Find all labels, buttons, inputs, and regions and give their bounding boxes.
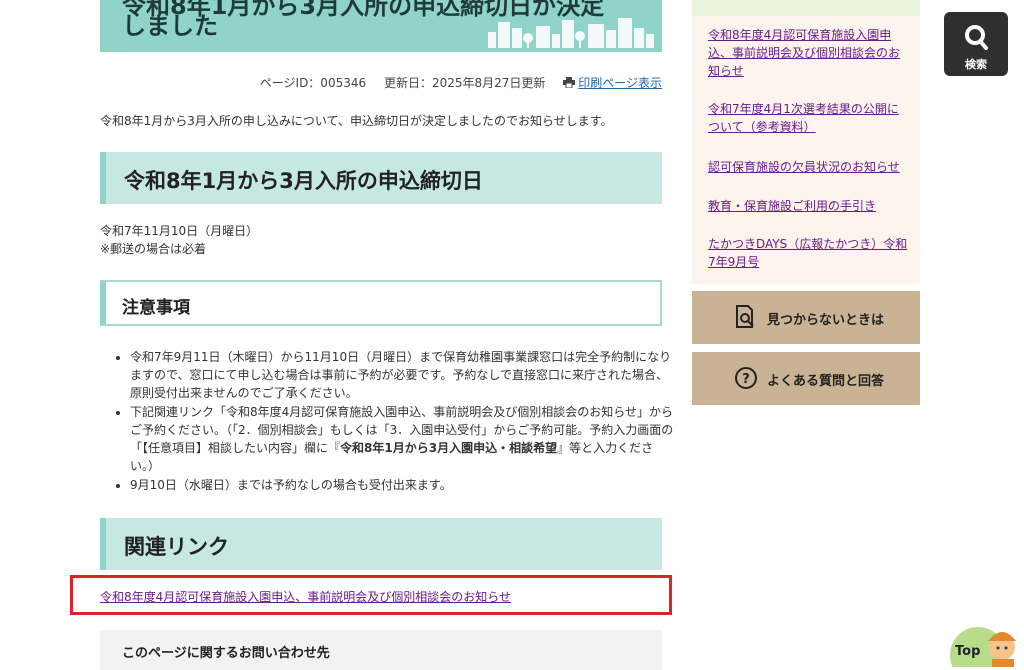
related-heading: 関連リンク bbox=[100, 518, 662, 570]
svg-text:?: ? bbox=[742, 372, 750, 387]
contact-heading: このページに関するお問い合わせ先 bbox=[122, 646, 330, 661]
related-link[interactable]: 令和8年度4月認可保育施設入園申込、事前説明会及び個別相談会のお知らせ bbox=[100, 588, 511, 605]
related-heading-text: 関連リンク bbox=[124, 535, 229, 559]
page-meta: ページID：005346 更新日：2025年8月27日更新 印刷ページ表示 bbox=[100, 74, 662, 91]
updated-date: 更新日：2025年8月27日更新 bbox=[383, 76, 546, 90]
search-button[interactable]: 検索 bbox=[944, 12, 1008, 76]
back-to-top-button[interactable]: Top bbox=[948, 625, 1024, 667]
related-link-highlight: 令和8年度4月認可保育施設入園申込、事前説明会及び個別相談会のお知らせ bbox=[70, 575, 672, 615]
list-item: 9月10日（水曜日）までは予約なしの場合も受付出来ます。 bbox=[130, 476, 675, 494]
sidebar-link[interactable]: たかつきDAYS（広報たかつき）令和7年9月号 bbox=[708, 235, 908, 271]
question-bubble-icon: ? bbox=[735, 367, 757, 389]
notes-heading: 注意事項 bbox=[100, 280, 662, 326]
print-page-link[interactable]: 印刷ページ表示 bbox=[578, 76, 662, 90]
notes-heading-text: 注意事項 bbox=[122, 298, 190, 318]
notes-list: 令和7年9月11日（木曜日）から11月10日（月曜日）まで保育幼稚園事業課窓口は… bbox=[112, 348, 675, 495]
page-title-banner: 令和8年1月から3月入所の申込締切日が決定 しました bbox=[100, 0, 662, 52]
top-label: Top bbox=[955, 644, 981, 659]
list-item: 下記関連リンク「令和8年度4月認可保育施設入園申込、事前説明会及び個別相談会のお… bbox=[130, 403, 675, 475]
sidebar-link[interactable]: 令和8年度4月認可保育施設入園申込、事前説明会及び個別相談会のお知らせ bbox=[708, 26, 908, 80]
search-label: 検索 bbox=[965, 58, 987, 71]
faq-label: よくある質問と回答 bbox=[767, 374, 885, 389]
not-found-label: 見つからないときは bbox=[767, 313, 885, 328]
cityscape-icon bbox=[488, 18, 654, 48]
search-icon bbox=[965, 25, 988, 50]
faq-button[interactable]: ? よくある質問と回答 bbox=[692, 352, 920, 405]
print-link[interactable]: 印刷ページ表示 bbox=[563, 76, 662, 90]
contact-box: このページに関するお問い合わせ先 bbox=[100, 630, 662, 670]
deadline-note: ※郵送の場合は必着 bbox=[100, 242, 207, 256]
page-id: ページID：005346 bbox=[259, 76, 367, 90]
intro-text: 令和8年1月から3月入所の申し込みについて、申込締切日が決定しましたのでお知らせ… bbox=[100, 114, 613, 128]
not-found-button[interactable]: 見つからないときは bbox=[692, 291, 920, 344]
note-bold-text: 令和8年1月から3月入園申込・相談希望 bbox=[340, 441, 558, 455]
sidebar-link[interactable]: 令和7年度4月1次選考結果の公開について（参考資料） bbox=[708, 100, 908, 136]
deadline-heading-text: 令和8年1月から3月入所の申込締切日 bbox=[124, 169, 483, 193]
search-document-icon bbox=[736, 305, 754, 328]
sidebar-header bbox=[692, 0, 920, 16]
sidebar-related-list: 令和8年度4月認可保育施設入園申込、事前説明会及び個別相談会のお知らせ 令和7年… bbox=[692, 16, 920, 284]
deadline-heading: 令和8年1月から3月入所の申込締切日 bbox=[100, 152, 662, 204]
printer-icon bbox=[563, 77, 576, 89]
sidebar-link[interactable]: 認可保育施設の欠員状況のお知らせ bbox=[708, 158, 908, 176]
page-title-line2: しました bbox=[122, 12, 218, 40]
list-item: 令和7年9月11日（木曜日）から11月10日（月曜日）まで保育幼稚園事業課窓口は… bbox=[130, 348, 675, 402]
deadline-info: 令和7年11月10日（月曜日） ※郵送の場合は必着 bbox=[100, 222, 258, 258]
sidebar-link[interactable]: 教育・保育施設ご利用の手引き bbox=[708, 197, 908, 215]
deadline-date: 令和7年11月10日（月曜日） bbox=[100, 224, 259, 238]
